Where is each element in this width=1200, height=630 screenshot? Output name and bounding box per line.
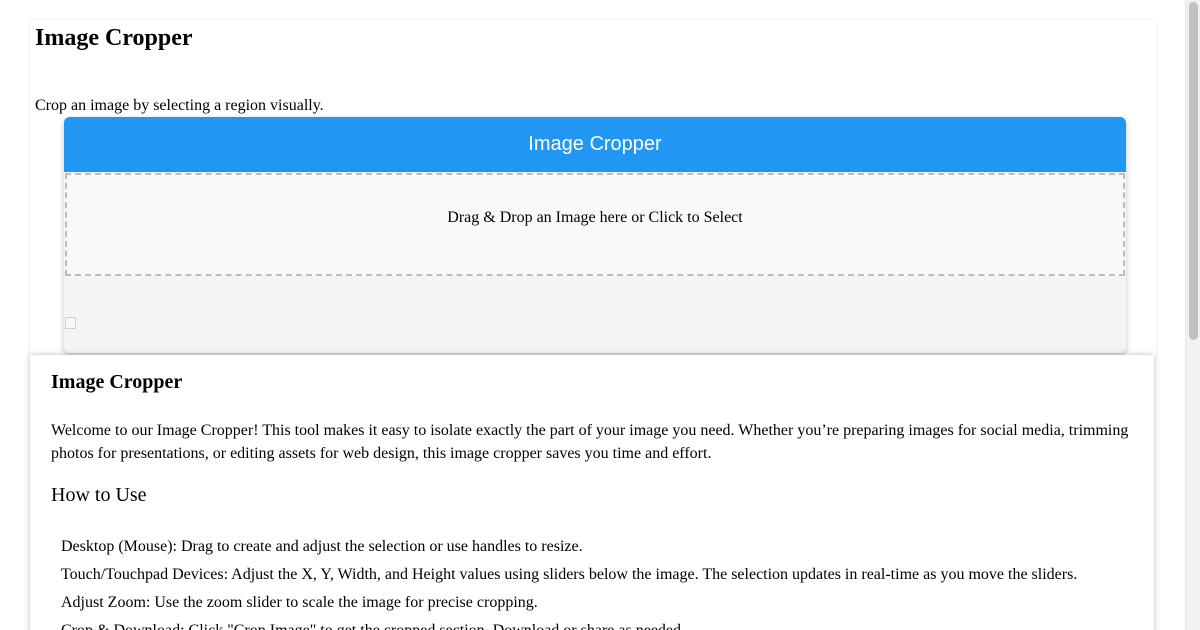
list-item: Adjust Zoom: Use the zoom slider to scal… [61,594,538,611]
article-title: Image Cropper [51,371,183,393]
page-subtitle: Crop an image by selecting a region visu… [35,97,324,114]
scrollbar-thumb[interactable] [1189,2,1198,340]
cropper-card: Image Cropper Drag & Drop an Image here … [64,117,1126,353]
dropzone-label: Drag & Drop an Image here or Click to Se… [447,209,743,226]
how-to-heading: How to Use [51,484,147,506]
article: Image Cropper Welcome to our Image Cropp… [30,355,1154,630]
list-item: Crop & Download: Click "Crop Image" to g… [61,617,1077,630]
tool-section: Image Cropper Crop an image by selecting… [30,20,1156,356]
list-item: Touch/Touchpad Devices: Adjust the X, Y,… [61,566,1078,583]
how-to-steps: Desktop (Mouse): Drag to create and adju… [61,533,1077,630]
cropper-header: Image Cropper [64,117,1126,172]
list-item: Desktop (Mouse): Drag to create and adju… [61,538,583,555]
article-intro: Welcome to our Image Cropper! This tool … [51,422,1129,462]
broken-image-icon [65,317,76,329]
vertical-scrollbar[interactable] [1185,0,1200,630]
page-title: Image Cropper [35,25,193,51]
page: Image Cropper Crop an image by selecting… [0,0,1200,630]
image-dropzone[interactable]: Drag & Drop an Image here or Click to Se… [65,173,1125,276]
